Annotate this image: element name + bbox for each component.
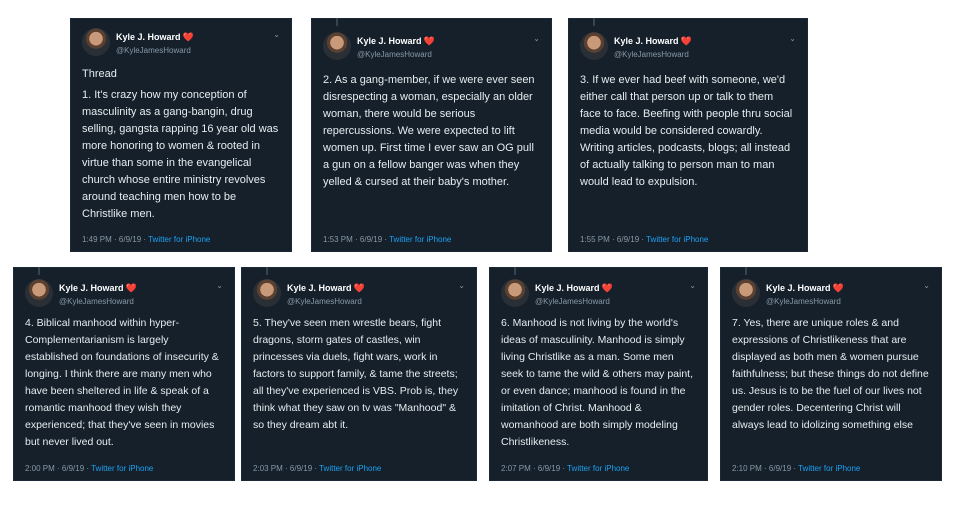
chevron-down-icon[interactable]: ⌄ bbox=[216, 281, 223, 290]
author-name[interactable]: Kyle J. Howard bbox=[535, 283, 600, 293]
tweet-meta: 2:00 PM · 6/9/19 · Twitter for iPhone bbox=[25, 464, 153, 473]
tweet-source-link[interactable]: Twitter for iPhone bbox=[148, 235, 210, 244]
thread-connector bbox=[514, 267, 516, 275]
thread-connector bbox=[336, 18, 338, 26]
author-name[interactable]: Kyle J. Howard bbox=[766, 283, 831, 293]
tweet-timestamp[interactable]: 1:53 PM · 6/9/19 · bbox=[323, 235, 389, 244]
thread-connector bbox=[593, 18, 595, 26]
tweet-timestamp[interactable]: 1:55 PM · 6/9/19 · bbox=[580, 235, 646, 244]
chevron-down-icon[interactable]: ⌄ bbox=[533, 34, 540, 43]
tweet-header: Kyle J. Howard ❤️ @KyleJamesHoward ⌄ bbox=[82, 28, 280, 60]
tweet-timestamp[interactable]: 2:00 PM · 6/9/19 · bbox=[25, 464, 91, 473]
thread-connector bbox=[745, 267, 747, 275]
tweet-card[interactable]: Kyle J. Howard ❤️ @KyleJamesHoward ⌄ 6. M… bbox=[489, 267, 708, 481]
tweet-meta: 1:53 PM · 6/9/19 · Twitter for iPhone bbox=[323, 235, 451, 244]
tweet-header: Kyle J. Howard ❤️ @KyleJamesHoward ⌄ bbox=[25, 279, 223, 311]
heart-emoji: ❤️ bbox=[832, 283, 844, 293]
avatar[interactable] bbox=[732, 279, 760, 307]
heart-emoji: ❤️ bbox=[680, 36, 692, 46]
author-info: Kyle J. Howard ❤️ @KyleJamesHoward bbox=[614, 34, 692, 60]
thread-connector bbox=[266, 267, 268, 275]
author-info: Kyle J. Howard ❤️ @KyleJamesHoward bbox=[766, 281, 844, 307]
tweet-timestamp[interactable]: 1:49 PM · 6/9/19 · bbox=[82, 235, 148, 244]
tweet-source-link[interactable]: Twitter for iPhone bbox=[798, 464, 860, 473]
chevron-down-icon[interactable]: ⌄ bbox=[923, 281, 930, 290]
tweet-meta: 2:07 PM · 6/9/19 · Twitter for iPhone bbox=[501, 464, 629, 473]
author-handle[interactable]: @KyleJamesHoward bbox=[766, 297, 841, 306]
heart-emoji: ❤️ bbox=[601, 283, 613, 293]
tweet-timestamp[interactable]: 2:07 PM · 6/9/19 · bbox=[501, 464, 567, 473]
author-info: Kyle J. Howard ❤️ @KyleJamesHoward bbox=[59, 281, 137, 307]
thread-label: Thread bbox=[82, 68, 117, 80]
author-info: Kyle J. Howard ❤️ @KyleJamesHoward bbox=[535, 281, 613, 307]
tweet-source-link[interactable]: Twitter for iPhone bbox=[319, 464, 381, 473]
heart-emoji: ❤️ bbox=[182, 32, 194, 42]
tweet-text: 4. Biblical manhood within hyper-Complem… bbox=[25, 317, 219, 448]
tweet-source-link[interactable]: Twitter for iPhone bbox=[91, 464, 153, 473]
tweet-card[interactable]: Kyle J. Howard ❤️ @KyleJamesHoward ⌄ Thre… bbox=[70, 18, 292, 252]
tweet-timestamp[interactable]: 2:03 PM · 6/9/19 · bbox=[253, 464, 319, 473]
author-handle[interactable]: @KyleJamesHoward bbox=[614, 50, 689, 59]
chevron-down-icon[interactable]: ⌄ bbox=[789, 34, 796, 43]
author-info: Kyle J. Howard ❤️ @KyleJamesHoward bbox=[287, 281, 365, 307]
chevron-down-icon[interactable]: ⌄ bbox=[689, 281, 696, 290]
tweet-header: Kyle J. Howard ❤️ @KyleJamesHoward ⌄ bbox=[253, 279, 465, 311]
heart-emoji: ❤️ bbox=[353, 283, 365, 293]
heart-emoji: ❤️ bbox=[125, 283, 137, 293]
author-handle[interactable]: @KyleJamesHoward bbox=[357, 50, 432, 59]
tweet-text: 3. If we ever had beef with someone, we'… bbox=[580, 74, 793, 188]
tweet-text: 7. Yes, there are unique roles & and exp… bbox=[732, 317, 929, 431]
tweet-meta: 1:49 PM · 6/9/19 · Twitter for iPhone bbox=[82, 235, 210, 244]
avatar[interactable] bbox=[323, 32, 351, 60]
tweet-text: 5. They've seen men wrestle bears, fight… bbox=[253, 317, 459, 431]
tweet-meta: 2:10 PM · 6/9/19 · Twitter for iPhone bbox=[732, 464, 860, 473]
tweet-source-link[interactable]: Twitter for iPhone bbox=[646, 235, 708, 244]
tweet-text: 6. Manhood is not living by the world's … bbox=[501, 317, 694, 448]
author-name[interactable]: Kyle J. Howard bbox=[116, 32, 181, 42]
author-info: Kyle J. Howard ❤️ @KyleJamesHoward bbox=[357, 34, 435, 60]
tweet-text: 2. As a gang-member, if we were ever see… bbox=[323, 74, 535, 188]
tweet-header: Kyle J. Howard ❤️ @KyleJamesHoward ⌄ bbox=[580, 32, 796, 64]
avatar[interactable] bbox=[501, 279, 529, 307]
author-name[interactable]: Kyle J. Howard bbox=[357, 36, 422, 46]
tweet-header: Kyle J. Howard ❤️ @KyleJamesHoward ⌄ bbox=[501, 279, 696, 311]
tweet-source-link[interactable]: Twitter for iPhone bbox=[567, 464, 629, 473]
tweet-card[interactable]: Kyle J. Howard ❤️ @KyleJamesHoward ⌄ 4. B… bbox=[13, 267, 235, 481]
author-handle[interactable]: @KyleJamesHoward bbox=[535, 297, 610, 306]
author-name[interactable]: Kyle J. Howard bbox=[59, 283, 124, 293]
chevron-down-icon[interactable]: ⌄ bbox=[458, 281, 465, 290]
author-handle[interactable]: @KyleJamesHoward bbox=[59, 297, 134, 306]
thread-connector bbox=[38, 267, 40, 275]
tweet-source-link[interactable]: Twitter for iPhone bbox=[389, 235, 451, 244]
tweet-meta: 2:03 PM · 6/9/19 · Twitter for iPhone bbox=[253, 464, 381, 473]
tweet-header: Kyle J. Howard ❤️ @KyleJamesHoward ⌄ bbox=[323, 32, 540, 64]
author-name[interactable]: Kyle J. Howard bbox=[614, 36, 679, 46]
heart-emoji: ❤️ bbox=[423, 36, 435, 46]
chevron-down-icon[interactable]: ⌄ bbox=[273, 30, 280, 39]
author-handle[interactable]: @KyleJamesHoward bbox=[287, 297, 362, 306]
avatar[interactable] bbox=[253, 279, 281, 307]
tweet-text: 1. It's crazy how my conception of mascu… bbox=[82, 89, 279, 220]
author-name[interactable]: Kyle J. Howard bbox=[287, 283, 352, 293]
avatar[interactable] bbox=[82, 28, 110, 56]
avatar[interactable] bbox=[580, 32, 608, 60]
tweet-card[interactable]: Kyle J. Howard ❤️ @KyleJamesHoward ⌄ 3. I… bbox=[568, 18, 808, 252]
author-info: Kyle J. Howard ❤️ @KyleJamesHoward bbox=[116, 30, 194, 56]
tweet-card[interactable]: Kyle J. Howard ❤️ @KyleJamesHoward ⌄ 5. T… bbox=[241, 267, 477, 481]
tweet-header: Kyle J. Howard ❤️ @KyleJamesHoward ⌄ bbox=[732, 279, 930, 311]
author-handle[interactable]: @KyleJamesHoward bbox=[116, 46, 191, 55]
tweet-meta: 1:55 PM · 6/9/19 · Twitter for iPhone bbox=[580, 235, 708, 244]
tweet-timestamp[interactable]: 2:10 PM · 6/9/19 · bbox=[732, 464, 798, 473]
avatar[interactable] bbox=[25, 279, 53, 307]
tweet-card[interactable]: Kyle J. Howard ❤️ @KyleJamesHoward ⌄ 2. A… bbox=[311, 18, 552, 252]
tweet-card[interactable]: Kyle J. Howard ❤️ @KyleJamesHoward ⌄ 7. Y… bbox=[720, 267, 942, 481]
